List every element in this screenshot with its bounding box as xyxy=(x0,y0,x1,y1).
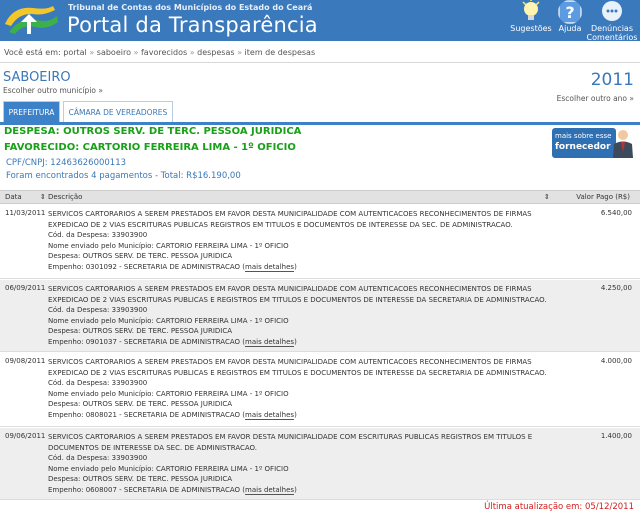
breadcrumb-despesas[interactable]: despesas xyxy=(197,48,234,57)
empenho: Empenho: 0901037 - SECRETARIA DE ADMINIS… xyxy=(48,337,241,346)
ajuda-label: Ajuda xyxy=(558,24,582,33)
favorecido-title: FAVORECIDO: CARTORIO FERREIRA LIMA - 1º … xyxy=(4,142,296,153)
row-description: SERVICOS CARTORARIOS A SEREM PRESTADOS E… xyxy=(48,357,573,421)
row-date: 09/06/2011 xyxy=(5,432,46,440)
breadcrumb-portal[interactable]: portal xyxy=(63,48,87,57)
desc-line: Nome enviado pelo Município: CARTORIO FE… xyxy=(48,389,289,398)
comentarios-label: Comentários xyxy=(586,33,638,42)
desc-line: Despesa: OUTROS SERV. DE TERC. PESSOA JU… xyxy=(48,475,233,484)
tab-prefeitura[interactable]: PREFEITURA xyxy=(3,101,60,122)
row-description: SERVICOS CARTORARIOS A SEREM PRESTADOS E… xyxy=(48,209,573,273)
speech-bubble-icon xyxy=(602,1,622,21)
table-header: Data ⇕ Descrição ⇕ Valor Pago (R$) xyxy=(0,190,640,204)
header-bar: Tribunal de Contas dos Municípios do Est… xyxy=(0,0,640,42)
municipio-name: SABOEIRO xyxy=(3,70,71,85)
breadcrumb-separator: » xyxy=(89,48,95,57)
divider xyxy=(0,62,640,63)
row-date: 11/03/2011 xyxy=(5,209,46,217)
desc-line: Cód. da Despesa: 33903900 xyxy=(48,379,148,388)
svg-text:?: ? xyxy=(565,3,574,22)
lightbulb-icon xyxy=(522,0,540,20)
more-details-link[interactable]: mais detalhes xyxy=(245,262,295,272)
row-date: 06/09/2011 xyxy=(5,284,46,292)
header-description[interactable]: Descrição xyxy=(48,193,82,201)
desc-line: Despesa: OUTROS SERV. DE TERC. PESSOA JU… xyxy=(48,252,233,261)
org-name: Tribunal de Contas dos Municípios do Est… xyxy=(68,3,313,12)
more-details-link[interactable]: mais detalhes xyxy=(245,485,295,495)
sugestoes-label: Sugestões xyxy=(510,24,552,33)
table-row: 09/08/2011 SERVICOS CARTORARIOS A SEREM … xyxy=(0,353,640,427)
breadcrumb-separator: » xyxy=(189,48,195,57)
help-icon: ? xyxy=(558,0,582,24)
desc-line: Despesa: OUTROS SERV. DE TERC. PESSOA JU… xyxy=(48,400,233,409)
desc-line: SERVICOS CARTORARIOS A SEREM PRESTADOS E… xyxy=(48,358,532,366)
desc-line: Cód. da Despesa: 33903900 xyxy=(48,454,148,463)
fornecedor-line2: fornecedor xyxy=(555,142,611,152)
desc-line: Nome enviado pelo Município: CARTORIO FE… xyxy=(48,316,289,325)
breadcrumb-separator: » xyxy=(133,48,139,57)
year-value: 2011 xyxy=(590,70,634,90)
header-date[interactable]: Data xyxy=(5,193,22,201)
desc-line: Nome enviado pelo Município: CARTORIO FE… xyxy=(48,464,289,473)
desc-line: Nome enviado pelo Município: CARTORIO FE… xyxy=(48,241,289,250)
row-value: 4.000,00 xyxy=(600,357,632,365)
breadcrumb-saboeiro[interactable]: saboeiro xyxy=(97,48,131,57)
portal-title: Portal da Transparência xyxy=(67,13,318,37)
empenho: Empenho: 0608007 - SECRETARIA DE ADMINIS… xyxy=(48,485,241,494)
desc-line: DOCUMENTOS DE INTERESSE DA SEC. DE ADMIN… xyxy=(48,443,257,452)
denuncias-button[interactable]: Denúncias Comentários xyxy=(586,0,638,42)
desc-line: SERVICOS CARTORARIOS A SEREM PRESTADOS E… xyxy=(48,433,533,441)
more-details-link[interactable]: mais detalhes xyxy=(245,410,295,420)
row-date: 09/08/2011 xyxy=(5,357,46,365)
desc-line: Despesa: OUTROS SERV. DE TERC. PESSOA JU… xyxy=(48,327,233,336)
desc-line: EXPEDICAO DE 2 VIAS ESCRITURAS PUBLICAS … xyxy=(48,368,547,377)
cpf-cnpj: CPF/CNPJ: 12463626000113 xyxy=(6,158,127,168)
sugestoes-button[interactable]: Sugestões xyxy=(508,0,554,33)
row-description: SERVICOS CARTORARIOS A SEREM PRESTADOS E… xyxy=(48,284,573,348)
row-value: 4.250,00 xyxy=(600,284,632,292)
desc-line: EXPEDICAO DE 2 VIAS ESCRITURAS PUBLICAS … xyxy=(48,295,547,304)
desc-line: SERVICOS CARTORARIOS A SEREM PRESTADOS E… xyxy=(48,210,532,218)
empenho: Empenho: 0808021 - SECRETARIA DE ADMINIS… xyxy=(48,410,241,419)
desc-line: Cód. da Despesa: 33903900 xyxy=(48,231,148,240)
breadcrumb-separator: » xyxy=(237,48,242,57)
row-description: SERVICOS CARTORARIOS A SEREM PRESTADOS E… xyxy=(48,432,573,496)
choose-municipio-link[interactable]: Escolher outro município » xyxy=(3,86,103,95)
breadcrumb-item-despesas: item de despesas xyxy=(244,48,316,57)
sort-icon[interactable]: ⇕ xyxy=(40,193,46,201)
desc-line: Cód. da Despesa: 33903900 xyxy=(48,306,148,315)
row-value: 1.400,00 xyxy=(600,432,632,440)
breadcrumb-favorecidos[interactable]: favorecidos xyxy=(141,48,187,57)
sort-icon[interactable]: ⇕ xyxy=(544,193,550,201)
fornecedor-line1: mais sobre esse xyxy=(555,132,612,140)
breadcrumb-prefix: Você está em: xyxy=(4,48,61,57)
tab-underline xyxy=(0,122,640,125)
header-value[interactable]: Valor Pago (R$) xyxy=(576,193,630,201)
breadcrumb: Você está em: portal » saboeiro » favore… xyxy=(4,48,315,57)
ajuda-button[interactable]: ? Ajuda xyxy=(556,0,584,33)
payments-summary: Foram encontrados 4 pagamentos - Total: … xyxy=(6,171,241,181)
tcm-logo[interactable] xyxy=(3,2,61,38)
denuncias-label: Denúncias xyxy=(591,24,633,33)
empenho: Empenho: 0301092 - SECRETARIA DE ADMINIS… xyxy=(48,262,241,271)
row-value: 6.540,00 xyxy=(600,209,632,217)
desc-line: EXPEDICAO DE 2 VIAS ESCRITURAS PUBLICAS … xyxy=(48,220,513,229)
despesa-title: DESPESA: OUTROS SERV. DE TERC. PESSOA JU… xyxy=(4,126,302,137)
table-row: 09/06/2011 SERVICOS CARTORARIOS A SEREM … xyxy=(0,428,640,500)
tab-camara[interactable]: CÂMARA DE VEREADORES xyxy=(63,101,173,122)
businessman-icon xyxy=(613,130,633,158)
fornecedor-box: mais sobre esse fornecedor xyxy=(552,128,616,158)
table-row: 11/03/2011 SERVICOS CARTORARIOS A SEREM … xyxy=(0,205,640,279)
fornecedor-button[interactable]: mais sobre esse fornecedor xyxy=(552,128,634,158)
last-update: Última atualização em: 05/12/2011 xyxy=(484,502,634,512)
desc-line: SERVICOS CARTORARIOS A SEREM PRESTADOS E… xyxy=(48,285,532,293)
more-details-link[interactable]: mais detalhes xyxy=(245,337,295,347)
table-row: 06/09/2011 SERVICOS CARTORARIOS A SEREM … xyxy=(0,280,640,352)
choose-year-link[interactable]: Escolher outro ano » xyxy=(557,94,634,103)
